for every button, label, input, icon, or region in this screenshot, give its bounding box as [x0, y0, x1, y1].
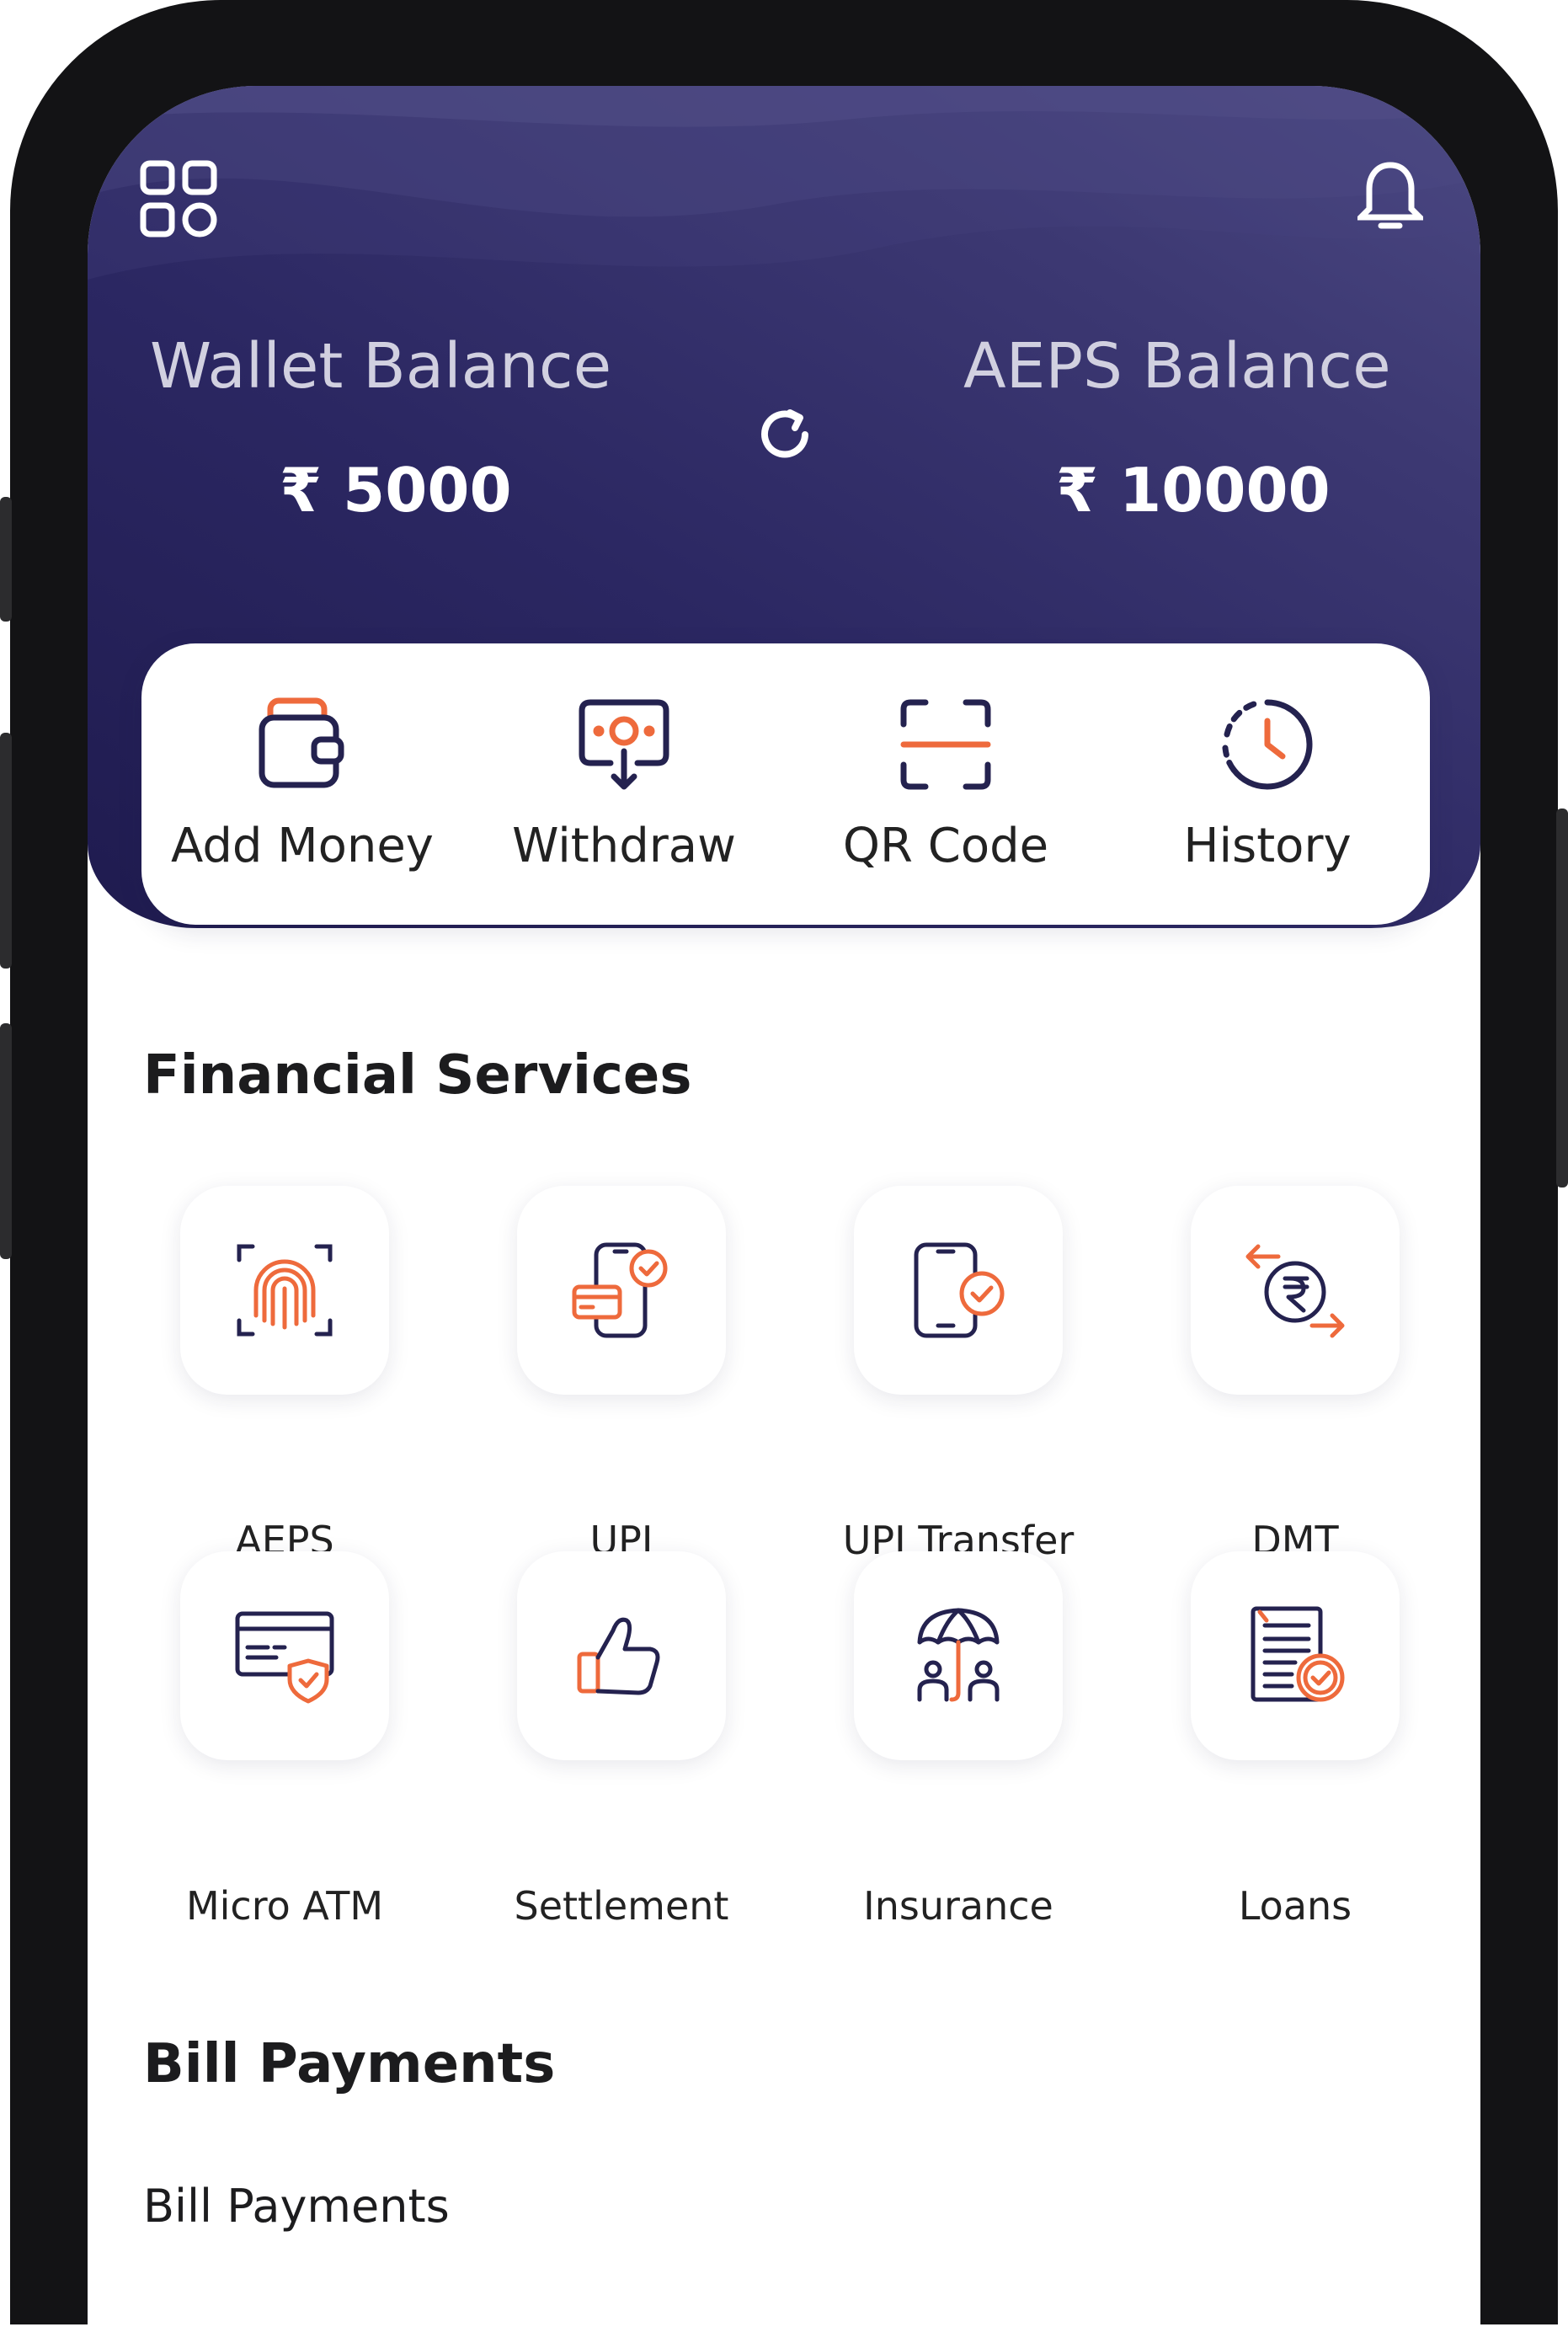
bill-payments-subtitle: Bill Payments	[143, 2180, 450, 2233]
service-tile-insurance[interactable]	[854, 1551, 1063, 1760]
service-tile-settlement[interactable]	[517, 1551, 726, 1760]
thumbs-up-icon	[577, 1617, 660, 1695]
withdraw-button[interactable]: Withdraw	[463, 643, 785, 925]
phone-side-button	[0, 497, 12, 622]
add-money-button[interactable]: Add Money	[141, 643, 463, 925]
document-check-icon	[1251, 1606, 1345, 1702]
withdraw-icon	[579, 699, 669, 790]
quick-actions-card: Add Money Withdraw QR Code History	[141, 643, 1430, 925]
card-shield-icon	[235, 1611, 334, 1704]
service-label-micro-atm: Micro ATM	[185, 1883, 384, 1929]
wallet-balance-label: Wallet Balance	[150, 330, 612, 403]
aeps-balance-value: ₹ 10000	[1056, 455, 1331, 526]
clock-icon	[1222, 699, 1313, 790]
history-label: History	[1183, 819, 1352, 873]
qr-scan-icon	[900, 699, 991, 790]
service-label-loans: Loans	[1238, 1883, 1352, 1929]
header-wave-decoration	[88, 86, 1480, 280]
wallet-icon	[259, 697, 344, 788]
phone-side-button	[0, 733, 12, 969]
service-label-settlement: Settlement	[514, 1883, 729, 1929]
fingerprint-icon	[237, 1244, 333, 1337]
qr-code-label: QR Code	[842, 819, 1049, 873]
history-button[interactable]: History	[1107, 643, 1428, 925]
add-money-label: Add Money	[171, 819, 434, 873]
umbrella-family-icon	[917, 1608, 1000, 1702]
rupee-transfer-icon	[1245, 1244, 1345, 1338]
service-tile-aeps[interactable]	[180, 1186, 389, 1395]
wallet-balance-value: ₹ 5000	[280, 455, 512, 526]
service-label-insurance: Insurance	[863, 1883, 1053, 1929]
qr-code-button[interactable]: QR Code	[785, 643, 1107, 925]
phone-card-icon	[572, 1242, 668, 1338]
phone-side-button	[0, 1023, 12, 1259]
service-tile-dmt[interactable]	[1191, 1186, 1400, 1395]
phone-side-button	[1556, 809, 1568, 1188]
service-tile-micro-atm[interactable]	[180, 1551, 389, 1760]
withdraw-label: Withdraw	[512, 819, 736, 873]
service-tile-upi-transfer[interactable]	[854, 1186, 1063, 1395]
refresh-icon[interactable]	[753, 403, 817, 467]
notification-bell-icon[interactable]	[1357, 160, 1423, 232]
phone-check-icon	[914, 1242, 1005, 1338]
grid-menu-icon[interactable]	[140, 160, 217, 238]
financial-services-title: Financial Services	[143, 1044, 692, 1107]
app-screen: Wallet Balance ₹ 5000 AEPS Balance ₹ 100…	[88, 86, 1480, 2343]
service-tile-loans[interactable]	[1191, 1551, 1400, 1760]
service-tile-upi[interactable]	[517, 1186, 726, 1395]
bill-payments-title: Bill Payments	[143, 2033, 556, 2095]
aeps-balance-label: AEPS Balance	[963, 330, 1391, 403]
